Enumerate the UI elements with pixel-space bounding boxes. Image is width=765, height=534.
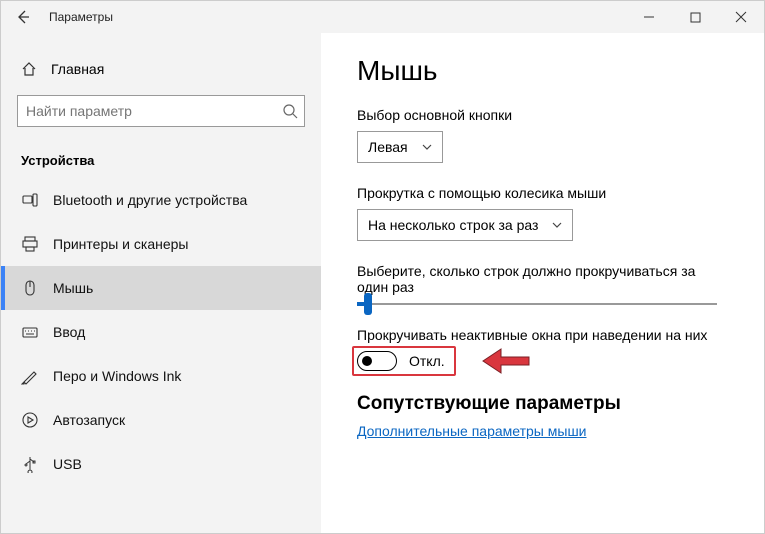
inactive-scroll-state: Откл. — [409, 353, 445, 369]
mouse-icon — [21, 279, 39, 297]
sidebar-item-pen[interactable]: Перо и Windows Ink — [1, 354, 321, 398]
sidebar-item-label: USB — [53, 456, 82, 472]
annotation-arrow-icon — [481, 345, 531, 377]
sidebar-item-usb[interactable]: USB — [1, 442, 321, 486]
search-input[interactable] — [18, 96, 268, 126]
minimize-button[interactable] — [626, 1, 672, 33]
primary-button-value: Левая — [368, 139, 408, 155]
slider-thumb[interactable] — [364, 293, 372, 315]
toggle-knob — [362, 356, 372, 366]
back-button[interactable] — [1, 1, 45, 33]
window-title: Параметры — [45, 10, 626, 24]
slider-track — [357, 303, 717, 305]
related-link[interactable]: Дополнительные параметры мыши — [357, 423, 587, 439]
scroll-mode-value: На несколько строк за раз — [368, 217, 538, 233]
close-icon — [735, 11, 747, 23]
scroll-mode-field: Прокрутка с помощью колесика мыши На нес… — [357, 185, 728, 241]
sidebar: Главная Устройства Bluetooth и другие ус… — [1, 33, 321, 533]
titlebar: Параметры — [1, 1, 764, 33]
maximize-icon — [690, 12, 701, 23]
search-icon — [282, 103, 298, 119]
chevron-down-icon — [552, 220, 562, 230]
inactive-scroll-toggle[interactable] — [357, 351, 397, 371]
usb-icon — [21, 455, 39, 473]
sidebar-item-label: Мышь — [53, 280, 93, 296]
sidebar-item-label: Bluetooth и другие устройства — [53, 192, 247, 208]
sidebar-item-label: Автозапуск — [53, 412, 125, 428]
primary-button-label: Выбор основной кнопки — [357, 107, 728, 123]
home-icon — [21, 61, 37, 77]
chevron-down-icon — [422, 142, 432, 152]
minimize-icon — [643, 11, 655, 23]
sidebar-item-autoplay[interactable]: Автозапуск — [1, 398, 321, 442]
devices-icon — [21, 191, 39, 209]
page-title: Мышь — [357, 55, 728, 87]
lines-per-scroll-label: Выберите, сколько строк должно прокручив… — [357, 263, 717, 295]
sidebar-item-typing[interactable]: Ввод — [1, 310, 321, 354]
close-button[interactable] — [718, 1, 764, 33]
maximize-button[interactable] — [672, 1, 718, 33]
inactive-scroll-label: Прокручивать неактивные окна при наведен… — [357, 327, 728, 343]
lines-per-scroll-field: Выберите, сколько строк должно прокручив… — [357, 263, 728, 305]
scroll-mode-label: Прокрутка с помощью колесика мыши — [357, 185, 728, 201]
content: Мышь Выбор основной кнопки Левая Прокрут… — [321, 33, 764, 533]
autoplay-icon — [21, 411, 39, 429]
search-box[interactable] — [17, 95, 305, 127]
related-title: Сопутствующие параметры — [357, 393, 728, 415]
keyboard-icon — [21, 323, 39, 341]
home-label: Главная — [51, 61, 104, 77]
printer-icon — [21, 235, 39, 253]
sidebar-item-label: Ввод — [53, 324, 85, 340]
primary-button-select[interactable]: Левая — [357, 131, 443, 163]
sidebar-item-bluetooth[interactable]: Bluetooth и другие устройства — [1, 178, 321, 222]
scroll-mode-select[interactable]: На несколько строк за раз — [357, 209, 573, 241]
home-nav[interactable]: Главная — [1, 57, 321, 91]
section-header: Устройства — [1, 147, 321, 178]
lines-per-scroll-slider[interactable] — [357, 303, 728, 305]
back-arrow-icon — [15, 9, 31, 25]
primary-button-field: Выбор основной кнопки Левая — [357, 107, 728, 163]
pen-icon — [21, 367, 39, 385]
sidebar-item-label: Перо и Windows Ink — [53, 368, 181, 384]
sidebar-item-label: Принтеры и сканеры — [53, 236, 188, 252]
sidebar-item-mouse[interactable]: Мышь — [1, 266, 321, 310]
inactive-scroll-field: Прокручивать неактивные окна при наведен… — [357, 327, 728, 371]
sidebar-item-printers[interactable]: Принтеры и сканеры — [1, 222, 321, 266]
